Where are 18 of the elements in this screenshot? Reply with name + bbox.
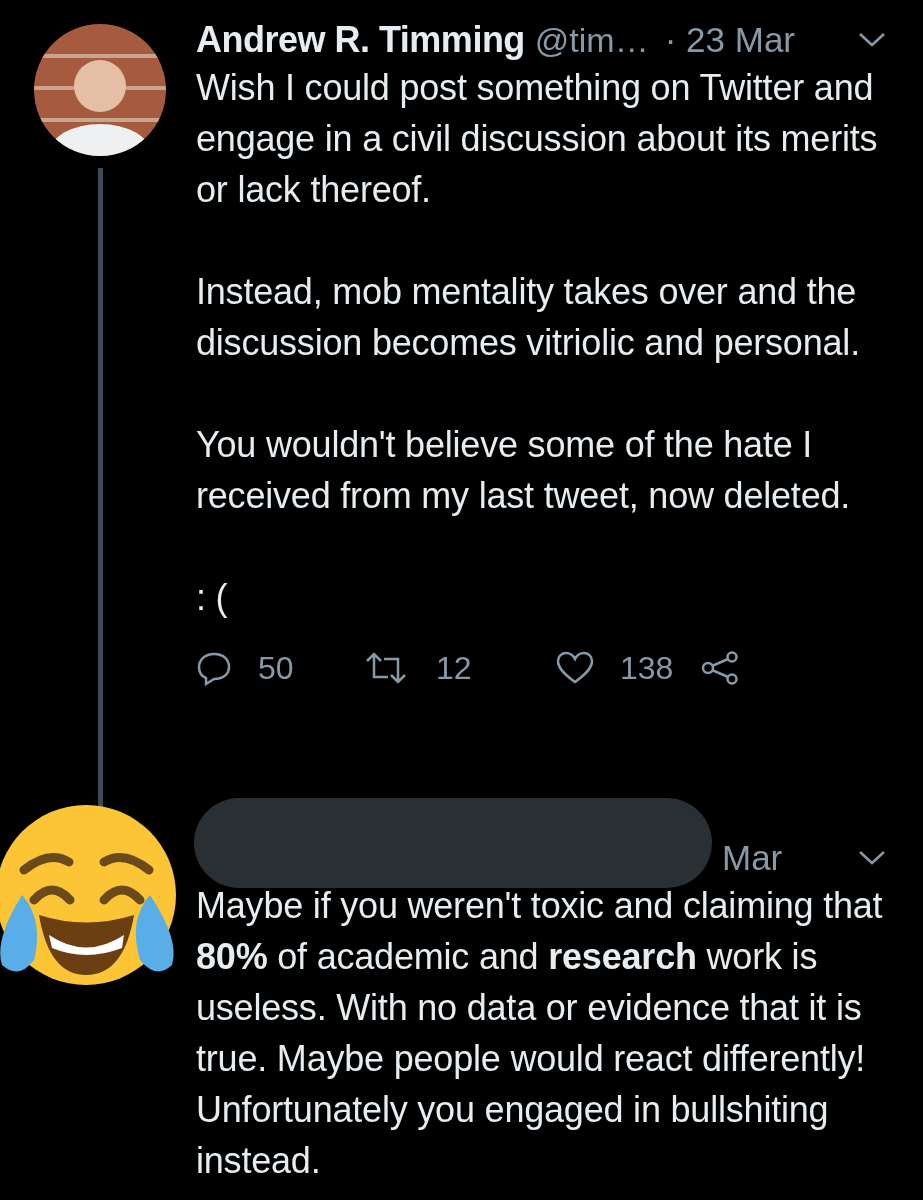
share-icon[interactable] xyxy=(700,651,740,685)
tweet-text: Wish I could post something on Twitter and engage in a civil discussion about its merits or lack thereof. xyxy=(196,66,879,212)
chevron-down-icon[interactable] xyxy=(858,850,886,866)
author-handle[interactable]: @tim… xyxy=(534,20,649,60)
like-count: 138 xyxy=(620,649,675,688)
reply-count: 50 xyxy=(258,649,295,688)
tweet-text: Instead, mob mentality takes over and the discussion becomes vitriolic and personal. xyxy=(196,270,861,365)
reply-icon[interactable] xyxy=(196,650,232,686)
tweet-text: : ( xyxy=(196,576,229,620)
author-name[interactable]: Andrew R. Timming xyxy=(196,20,525,60)
tweet-text: You wouldn't believe some of the hate I received from my last tweet, now deleted. xyxy=(196,423,852,518)
tweet-date: · 23 Mar xyxy=(664,20,795,60)
retweet-icon[interactable] xyxy=(364,651,408,685)
tweet-text: Maybe if you weren't toxic and claiming that 80% of academic and research work is useless. With no data or evidence that it is true. Maybe people would react differently! Unfortunately you engaged in bullshiting instead. xyxy=(196,884,884,1183)
tweet-date: Mar xyxy=(722,838,783,878)
retweet-count: 12 xyxy=(436,649,473,688)
heart-icon[interactable] xyxy=(556,651,594,685)
chevron-down-icon[interactable] xyxy=(858,32,886,48)
